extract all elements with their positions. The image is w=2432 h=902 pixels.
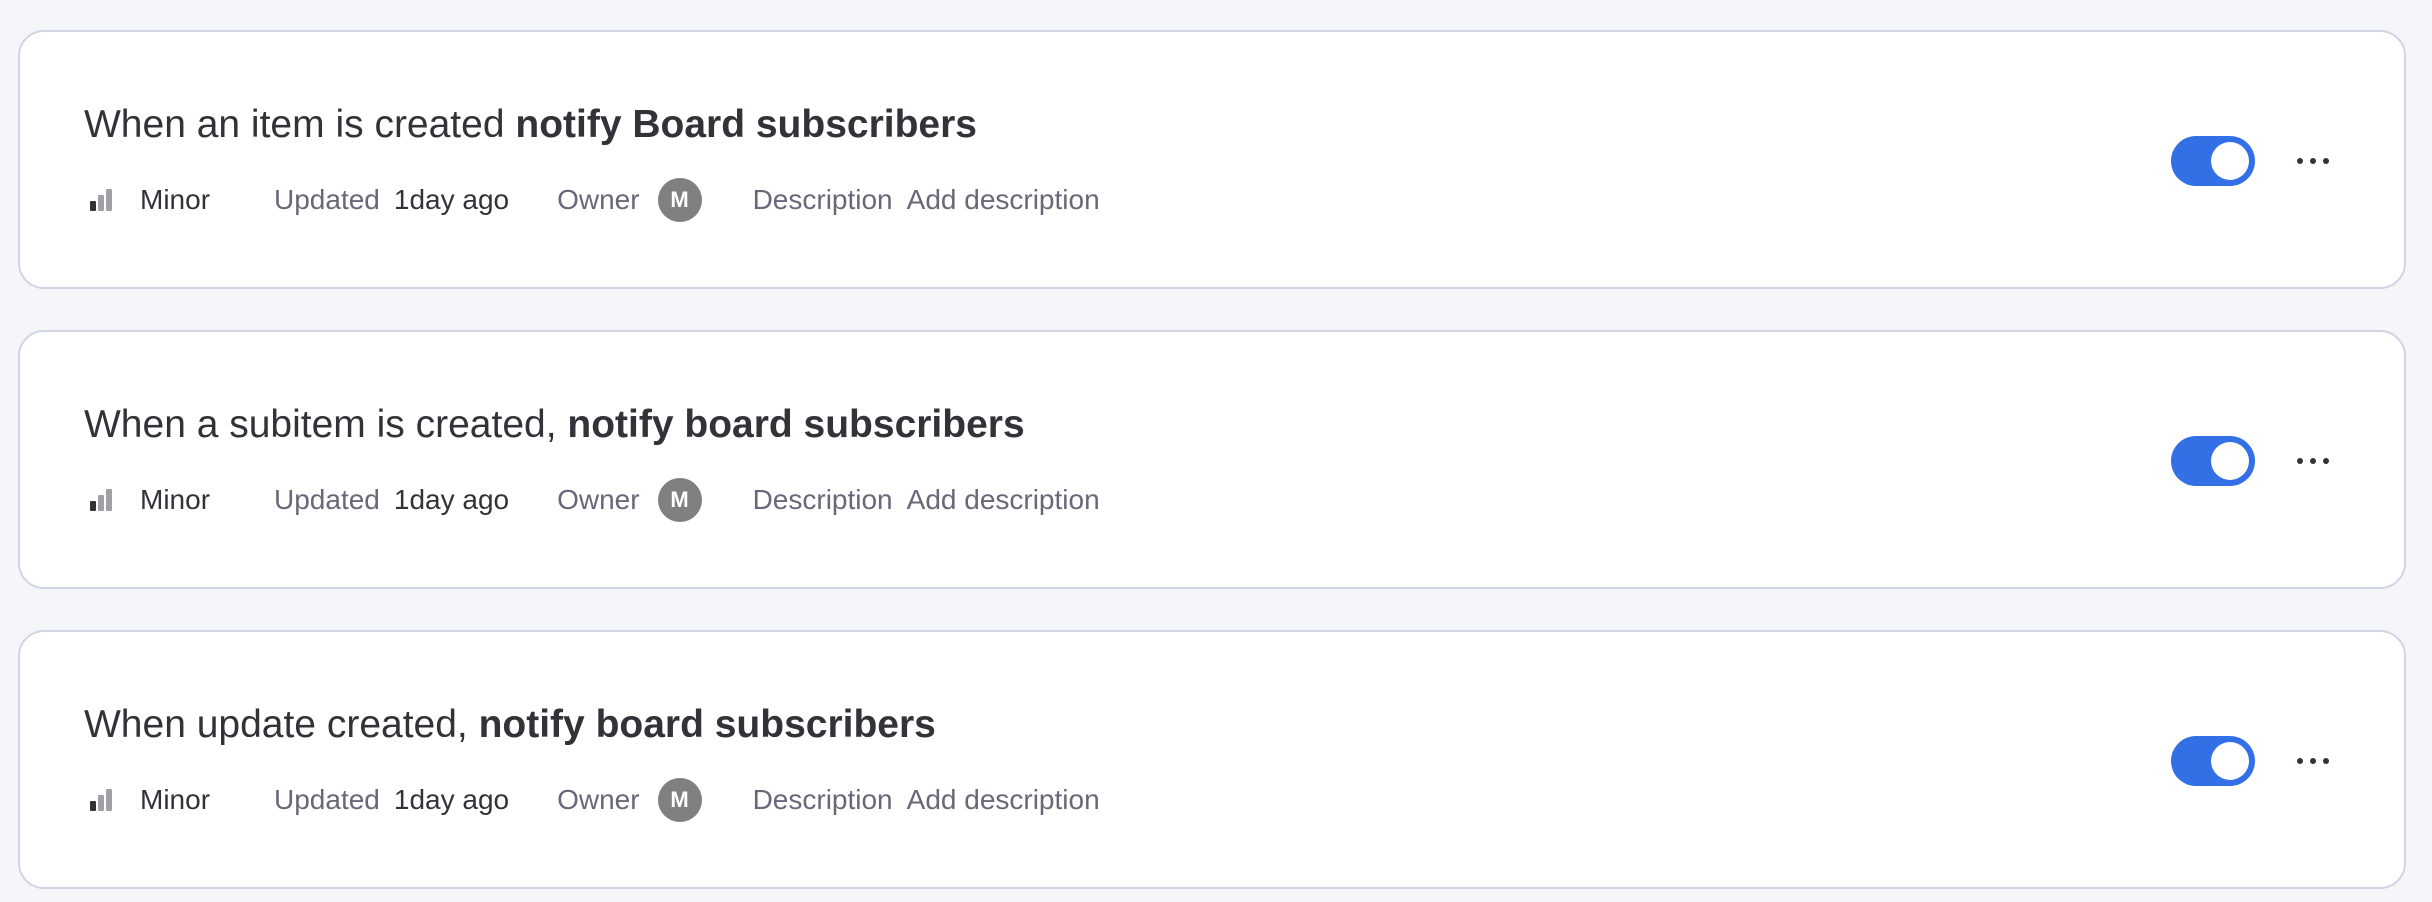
automation-trigger-text: When a subitem is created, [84,403,568,446]
automation-meta: Minor Updated 1day ago Owner M Descripti… [86,775,1100,825]
owner-label: Owner [557,484,640,515]
automation-card[interactable]: When a subitem is created, notify board … [18,330,2406,589]
add-description-link[interactable]: Add description [907,484,1100,516]
description-label: Description [752,184,893,215]
updated-value: 1day ago [393,184,510,215]
automation-meta: Minor Updated 1day ago Owner M Descripti… [86,475,1100,525]
automation-trigger-text: When an item is created [84,103,516,146]
avatar[interactable]: M [657,178,702,222]
automation-action-text: notify board subscribers [478,703,936,746]
priority-label[interactable]: Minor [140,184,210,216]
automation-toggle[interactable] [2171,436,2255,486]
automation-action-text: notify board subscribers [567,403,1025,446]
toggle-knob [2211,742,2249,780]
automations-list: When an item is created notify Board sub… [18,30,2406,889]
more-horizontal-icon[interactable] [2291,441,2335,481]
automation-toggle[interactable] [2171,136,2255,186]
automation-action-text: notify Board subscribers [515,103,977,146]
automation-card[interactable]: When an item is created notify Board sub… [18,30,2406,289]
automation-title[interactable]: When update created, notify board subscr… [84,700,936,750]
add-description-link[interactable]: Add description [907,784,1100,816]
updated-label: Updated [274,184,380,215]
signal-bars-icon [86,487,116,513]
automation-title[interactable]: When an item is created notify Board sub… [84,100,977,150]
automation-meta: Minor Updated 1day ago Owner M Descripti… [86,175,1100,225]
signal-bars-icon [86,187,116,213]
toggle-knob [2211,142,2249,180]
more-horizontal-icon[interactable] [2291,141,2335,181]
updated-label: Updated [274,784,380,815]
automation-trigger-text: When update created, [84,703,479,746]
toggle-knob [2211,442,2249,480]
automation-card[interactable]: When update created, notify board subscr… [18,630,2406,889]
add-description-link[interactable]: Add description [907,184,1100,216]
owner-label: Owner [557,184,640,215]
description-label: Description [752,484,893,515]
automation-toggle[interactable] [2171,736,2255,786]
more-horizontal-icon[interactable] [2291,741,2335,781]
updated-value: 1day ago [393,484,510,515]
description-label: Description [752,784,893,815]
updated-label: Updated [274,484,380,515]
avatar[interactable]: M [657,478,702,522]
priority-label[interactable]: Minor [140,484,210,516]
owner-label: Owner [557,784,640,815]
signal-bars-icon [86,787,116,813]
updated-value: 1day ago [393,784,510,815]
automation-title[interactable]: When a subitem is created, notify board … [84,400,1025,450]
avatar[interactable]: M [657,778,702,822]
priority-label[interactable]: Minor [140,784,210,816]
